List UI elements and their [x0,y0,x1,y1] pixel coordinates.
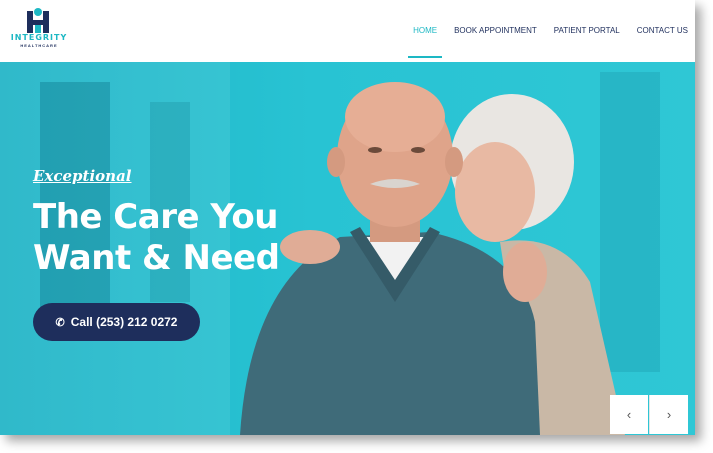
slider-prev-button[interactable]: ‹ [610,395,648,434]
chevron-left-icon: ‹ [626,407,632,422]
logo-subtitle: HEALTHCARE [20,43,58,48]
nav-item-patient-portal[interactable]: PATIENT PORTAL [554,0,620,62]
nav-item-book-appointment[interactable]: BOOK APPOINTMENT [454,0,537,62]
call-button-label: Call (253) 212 0272 [70,315,178,329]
call-button[interactable]: ✆ Call (253) 212 0272 [33,303,200,341]
hero-headline-line-1: The Care You [33,197,278,237]
slider-next-button[interactable]: › [649,395,688,434]
hero-slider: Exceptional The Care You Want & Need ✆ C… [0,62,695,435]
nav-item-home[interactable]: HOME [408,0,443,62]
chevron-right-icon: › [666,407,672,422]
site-logo[interactable]: INTEGRITY HEALTHCARE [8,7,70,51]
hero-tagline: Exceptional [33,167,132,185]
hero-headline-line-2: Want & Need [33,238,280,278]
main-nav: HOME BOOK APPOINTMENT PATIENT PORTAL CON… [396,0,695,62]
page-frame: INTEGRITY HEALTHCARE HOME BOOK APPOINTME… [0,0,695,435]
site-header: INTEGRITY HEALTHCARE HOME BOOK APPOINTME… [0,0,695,62]
hero-headline: The Care You Want & Need [33,197,293,279]
phone-icon: ✆ [55,316,65,329]
logo-mark-icon [27,8,49,33]
nav-item-contact-us[interactable]: CONTACT US [637,0,688,62]
logo-wordmark: INTEGRITY [10,33,68,42]
